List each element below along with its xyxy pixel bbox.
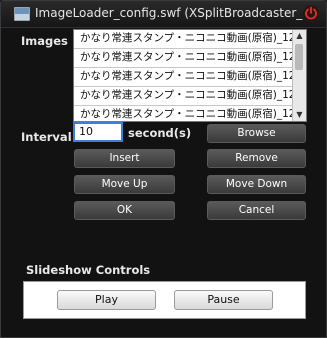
images-list[interactable]: かなり常連スタンプ・ニコニコ動画(原宿)_12 かなり常連スタンプ・ニコニコ動画…	[73, 29, 307, 122]
scroll-up-arrow-icon[interactable]: ▲	[293, 30, 306, 42]
power-close-icon[interactable]	[303, 5, 319, 21]
list-item[interactable]: かなり常連スタンプ・ニコニコ動画(原宿)_12	[74, 87, 292, 106]
list-item[interactable]: かなり常連スタンプ・ニコニコ動画(原宿)_12	[74, 49, 292, 68]
cancel-button[interactable]: Cancel	[207, 201, 306, 220]
window-image-icon	[14, 7, 30, 21]
config-dialog: ImageLoader_config.swf (XSplitBroadcaste…	[0, 0, 327, 338]
move-up-button[interactable]: Move Up	[74, 175, 175, 194]
window-title: ImageLoader_config.swf (XSplitBroadcaste…	[35, 6, 303, 20]
list-item[interactable]: かなり常連スタンプ・ニコニコ動画(原宿)_12	[74, 106, 292, 121]
scroll-down-arrow-icon[interactable]: ▼	[293, 109, 306, 121]
slideshow-controls-label: Slideshow Controls	[26, 263, 151, 277]
interval-unit: second(s)	[128, 126, 192, 140]
pause-button[interactable]: Pause	[174, 290, 273, 310]
images-scrollbar[interactable]: ▲ ▼	[292, 30, 306, 121]
move-down-button[interactable]: Move Down	[207, 175, 306, 194]
list-item[interactable]: かなり常連スタンプ・ニコニコ動画(原宿)_12	[74, 68, 292, 87]
play-button[interactable]: Play	[57, 290, 156, 310]
insert-button[interactable]: Insert	[74, 149, 175, 168]
scroll-thumb[interactable]	[295, 44, 303, 70]
title-bar[interactable]: ImageLoader_config.swf (XSplitBroadcaste…	[1, 1, 326, 28]
list-item[interactable]: かなり常連スタンプ・ニコニコ動画(原宿)_12	[74, 30, 292, 49]
images-label: Images	[21, 34, 68, 48]
ok-button[interactable]: OK	[74, 201, 175, 220]
slideshow-panel: Play Pause	[23, 281, 306, 319]
remove-button[interactable]: Remove	[207, 149, 306, 168]
browse-button[interactable]: Browse	[207, 124, 306, 143]
interval-label: Interval	[21, 130, 72, 144]
interval-input[interactable]: 10	[73, 122, 123, 142]
